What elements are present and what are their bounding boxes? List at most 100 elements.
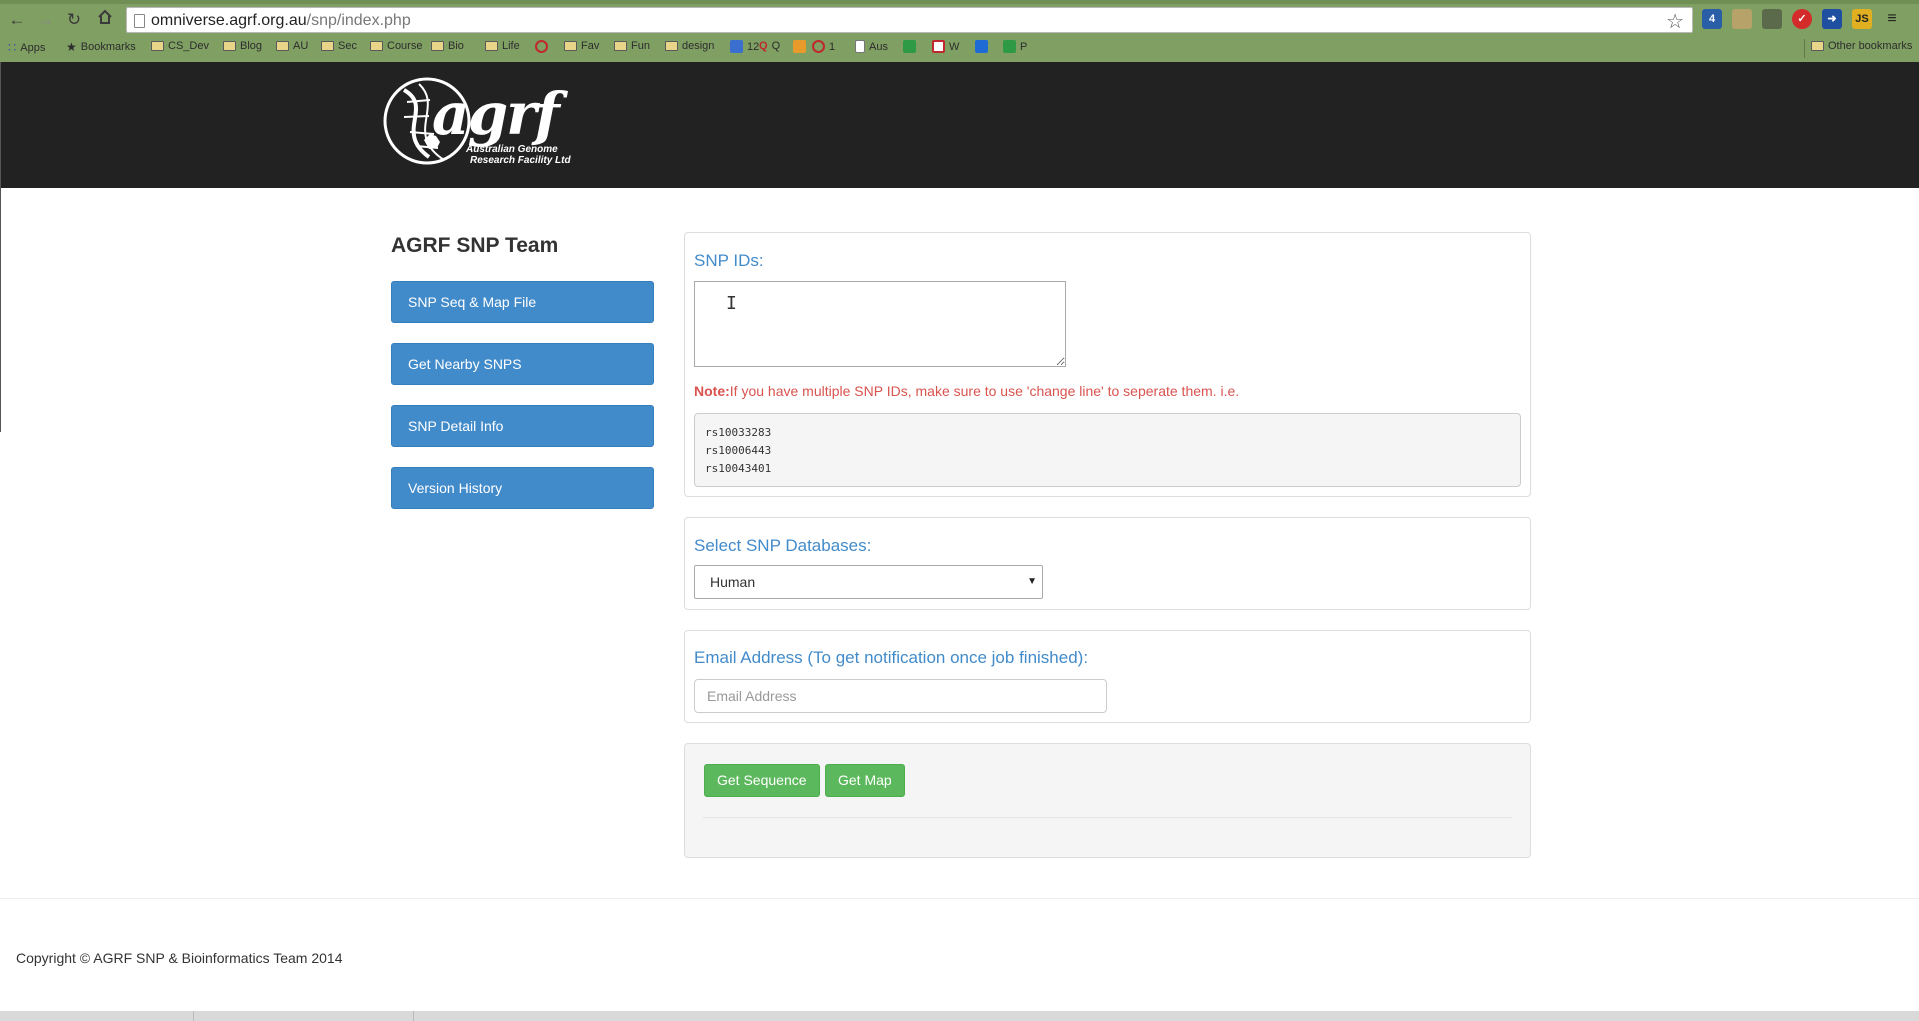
divider — [413, 1011, 414, 1021]
folder-icon — [321, 41, 334, 51]
divider — [703, 817, 1512, 818]
bookmark-q[interactable]: QQ — [759, 40, 780, 52]
site-header: agrf Australian Genome Research Facility… — [0, 62, 1919, 188]
sheet-icon — [1003, 40, 1016, 53]
bookmark-bio[interactable]: Bio — [431, 40, 464, 52]
bookmarks-bar: Other bookmarks ∷ Apps ★ Bookmarks CS_Dev Blo… — [0, 37, 1919, 60]
extension-puzzle-icon[interactable] — [1762, 9, 1782, 29]
forward-icon[interactable]: → — [34, 9, 56, 31]
bookmark-blog[interactable]: Blog — [223, 40, 262, 52]
bookmark-1[interactable]: 1 — [812, 40, 835, 53]
database-label: Select SNP Databases: — [694, 536, 872, 555]
url-domain: omniverse.agrf.org.au — [151, 12, 307, 29]
bookmark-w[interactable]: W — [932, 40, 959, 53]
bookmark-target[interactable] — [535, 40, 548, 53]
bookmark-label: P — [1020, 40, 1028, 53]
database-select[interactable]: Human ▼ — [694, 565, 1043, 599]
snp-ids-label: SNP IDs: — [694, 251, 764, 270]
bookmark-zhi[interactable] — [975, 40, 988, 53]
bookmark-fav[interactable]: Fav — [564, 40, 599, 52]
bookmark-bookmarks[interactable]: ★ Bookmarks — [66, 40, 136, 54]
snp-ids-example: rs10033283 rs10006443 rs10043401 — [694, 413, 1521, 487]
bookmark-course[interactable]: Course — [370, 40, 422, 52]
snp-ids-note: Note:If you have multiple SNP IDs, make … — [694, 383, 1239, 399]
snp-ids-textarea[interactable] — [694, 281, 1066, 367]
bookmark-apps[interactable]: ∷ Apps — [8, 40, 45, 56]
get-map-button[interactable]: Get Map — [825, 764, 905, 797]
url-path: /snp/index.php — [306, 12, 411, 29]
note-text: If you have multiple SNP IDs, make sure … — [729, 383, 1240, 399]
snp-seq-map-file-button[interactable]: SNP Seq & Map File — [391, 281, 654, 323]
bookmark-orange[interactable] — [793, 40, 806, 53]
bookmark-label: AU — [293, 40, 309, 52]
extension-arrow-icon[interactable]: ➜ — [1822, 9, 1842, 29]
copyright-text: Copyright © AGRF SNP & Bioinformatics Te… — [16, 950, 343, 966]
bookmark-label: Aus — [869, 40, 888, 53]
bookmark-label: Fav — [581, 40, 600, 52]
get-sequence-button[interactable]: Get Sequence — [704, 764, 820, 797]
text-cursor-icon: I — [726, 293, 737, 314]
other-bookmarks-label: Other bookmarks — [1828, 40, 1913, 52]
browser-chrome: ← → ↻ omniverse.agrf.org.au/snp/index.ph… — [0, 0, 1919, 62]
snp-detail-info-button[interactable]: SNP Detail Info — [391, 405, 654, 447]
logo-subtitle-2: Research Facility Ltd — [470, 155, 571, 166]
folder-icon — [665, 41, 678, 51]
bookmark-label: CS_Dev — [168, 40, 209, 52]
bookmark-label: Life — [502, 40, 520, 52]
bookmark-label: 12 — [747, 40, 760, 53]
bookmark-life[interactable]: Life — [485, 40, 520, 52]
url-text: omniverse.agrf.org.au/snp/index.php — [151, 12, 411, 30]
tab-strip-edge — [0, 0, 1919, 4]
bookmark-12[interactable]: 12 — [730, 40, 759, 53]
menu-icon[interactable]: ≡ — [1882, 9, 1902, 29]
extension-cast-icon[interactable] — [1732, 9, 1752, 29]
extension-js-icon[interactable]: JS — [1852, 9, 1872, 29]
page-icon — [134, 14, 145, 28]
extension-icons: 4 ✓ ➜ JS ≡ — [1702, 9, 1902, 31]
get-nearby-snps-button[interactable]: Get Nearby SNPS — [391, 343, 654, 385]
doc-icon — [855, 40, 865, 53]
bookmark-star-icon[interactable]: ☆ — [1666, 9, 1684, 34]
note-prefix: Note: — [694, 383, 730, 399]
target-icon — [535, 40, 548, 53]
agrf-logo[interactable]: agrf Australian Genome Research Facility… — [374, 72, 574, 182]
database-panel: Select SNP Databases: Human ▼ — [684, 517, 1531, 610]
email-field[interactable] — [694, 679, 1107, 713]
calendar-icon — [730, 40, 743, 53]
folder-icon — [564, 41, 577, 51]
swirl-icon — [812, 40, 825, 53]
version-history-button[interactable]: Version History — [391, 467, 654, 509]
zhihu-icon — [975, 40, 988, 53]
extension-badge-icon[interactable]: 4 — [1702, 9, 1722, 29]
bookmark-label: Blog — [240, 40, 263, 52]
bookmark-label: design — [682, 40, 715, 52]
back-icon[interactable]: ← — [6, 9, 28, 31]
bookmark-aus[interactable]: Aus — [855, 40, 888, 53]
folder-icon — [223, 41, 236, 51]
bookmark-label: Sec — [338, 40, 357, 52]
bookmark-design[interactable]: design — [665, 40, 714, 52]
other-bookmarks[interactable]: Other bookmarks — [1811, 40, 1912, 52]
extension-check-icon[interactable]: ✓ — [1792, 9, 1812, 29]
bookmark-label: Fun — [631, 40, 650, 52]
bookmark-label: Bookmarks — [80, 41, 136, 53]
bookmark-p[interactable]: P — [1003, 40, 1027, 53]
divider — [193, 1011, 194, 1021]
database-selected-value: Human — [710, 574, 756, 590]
folder-icon — [431, 41, 444, 51]
bookmark-au[interactable]: AU — [276, 40, 308, 52]
home-icon[interactable] — [94, 9, 116, 31]
status-strip — [0, 1011, 1919, 1021]
bookmark-sheet[interactable] — [903, 40, 916, 53]
bookmark-label: W — [949, 40, 960, 53]
bookmark-cs-dev[interactable]: CS_Dev — [151, 40, 209, 52]
table-icon — [932, 40, 945, 53]
example-line: rs10043401 — [705, 462, 772, 475]
bookmark-label: 1 — [829, 40, 836, 53]
reload-icon[interactable]: ↻ — [63, 9, 85, 31]
bookmark-fun[interactable]: Fun — [614, 40, 650, 52]
address-bar[interactable]: omniverse.agrf.org.au/snp/index.php ☆ — [126, 7, 1693, 33]
bookmark-sec[interactable]: Sec — [321, 40, 357, 52]
folder-icon — [370, 41, 383, 51]
bookmarks-separator — [1804, 39, 1805, 58]
